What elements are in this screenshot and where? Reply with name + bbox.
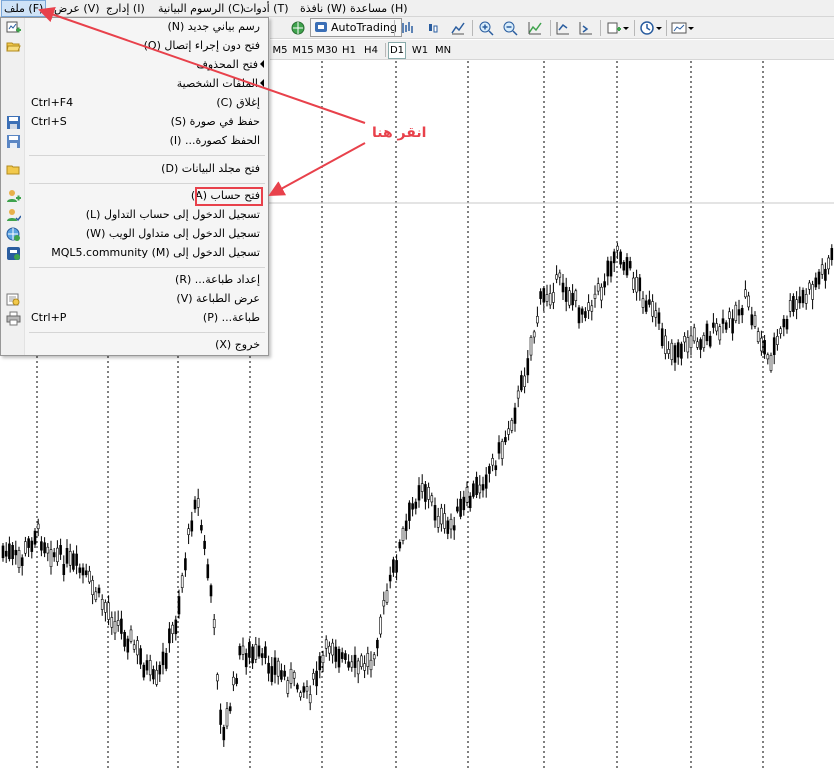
app-window: ملف (F) عرض (V) إدارج (I) الرسوم البياني… [0,0,834,768]
arrow-to-file-menu [38,7,366,124]
annotation-arrows [38,7,366,196]
arrow-to-open-account [268,142,366,196]
annotation-click-here: انقر هنا [372,125,427,141]
